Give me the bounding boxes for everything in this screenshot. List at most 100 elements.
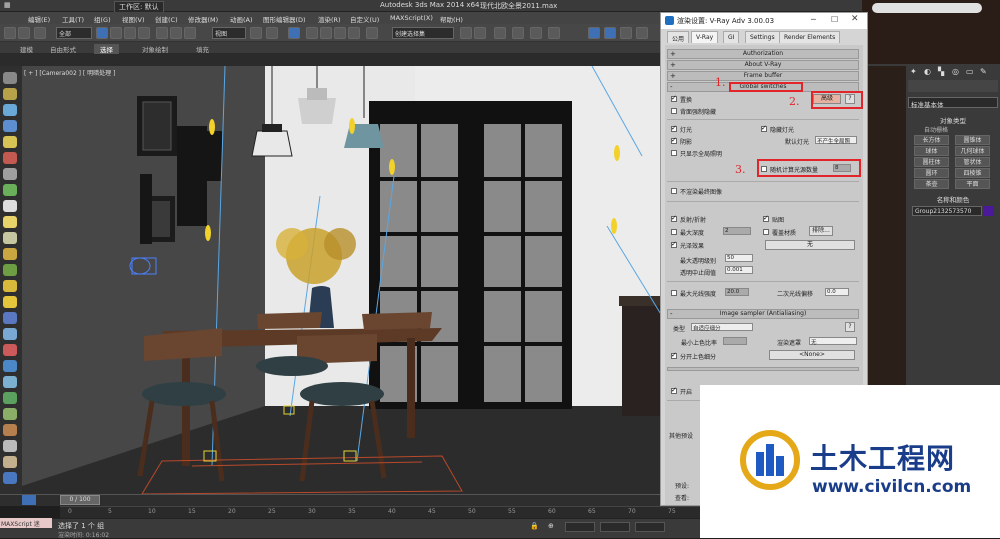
camera-viewport[interactable] — [22, 66, 662, 494]
tool-icon[interactable] — [3, 168, 17, 180]
displacement-checkbox[interactable] — [671, 94, 677, 102]
rollout-image-sampler[interactable]: - Image sampler (Antialiasing) — [667, 309, 859, 319]
render-mask-select[interactable]: 无 — [809, 337, 857, 346]
lights-checkbox[interactable] — [671, 124, 677, 132]
max-depth-checkbox[interactable] — [671, 229, 677, 235]
app-menu-icon[interactable]: ▦ — [4, 1, 11, 9]
snap-icon[interactable] — [306, 27, 318, 39]
keyboard-shortcut-icon[interactable] — [288, 27, 300, 39]
max-ray-intens-spinner[interactable]: 20.0 — [725, 288, 749, 296]
rollout-frame-buffer[interactable]: + Frame buffer — [667, 71, 859, 81]
cylinder-button[interactable]: 圆柱体 — [914, 157, 949, 167]
transp-cutoff-spinner[interactable]: 0.001 — [725, 266, 753, 274]
move-icon[interactable] — [156, 27, 168, 39]
schematic-view-icon[interactable] — [530, 27, 542, 39]
select-by-name-icon[interactable] — [110, 27, 122, 39]
max-transp-spinner[interactable]: 50 — [725, 254, 753, 262]
tool-icon[interactable] — [3, 408, 17, 420]
cone-button[interactable]: 圆锥体 — [955, 135, 990, 145]
tool-icon[interactable] — [3, 184, 17, 196]
enable-checkbox[interactable] — [671, 386, 677, 394]
render-setup-icon[interactable] — [588, 27, 600, 39]
mirror-icon[interactable] — [460, 27, 472, 39]
z-coordinate-field[interactable] — [635, 522, 665, 532]
ribbon-tab-populate[interactable]: 填充 — [196, 44, 209, 54]
tool-icon[interactable] — [3, 264, 17, 276]
timeline-prev-icon[interactable] — [22, 495, 36, 505]
menu-views[interactable]: 视图(V) — [122, 14, 145, 24]
sampler-type-select[interactable]: 自适应细分 — [691, 323, 753, 332]
menu-tools[interactable]: 工具(T) — [62, 14, 84, 24]
tube-button[interactable]: 管状体 — [955, 157, 990, 167]
render-production-icon[interactable] — [620, 27, 632, 39]
tool-icon[interactable] — [3, 440, 17, 452]
motion-tab-icon[interactable]: ◎ — [952, 67, 959, 76]
tab-gi[interactable]: GI — [723, 31, 740, 43]
tool-icon[interactable] — [3, 216, 17, 228]
ribbon-tab-modeling[interactable]: 建模 — [20, 44, 33, 54]
torus-button[interactable]: 圆环 — [914, 168, 949, 178]
shadows-checkbox[interactable] — [671, 136, 677, 144]
box-button[interactable]: 长方体 — [914, 135, 949, 145]
min-shading-spinner[interactable] — [723, 337, 747, 345]
undo-icon[interactable] — [4, 27, 16, 39]
primitive-type-select[interactable]: 标准基本体 — [908, 97, 998, 109]
sampler-help-button[interactable]: ? — [845, 322, 855, 332]
sphere-button[interactable]: 球体 — [914, 146, 949, 156]
tool-icon[interactable] — [3, 280, 17, 292]
tool-icon[interactable] — [3, 424, 17, 436]
tool-icon[interactable] — [3, 328, 17, 340]
tool-icon[interactable] — [3, 152, 17, 164]
tool-icon[interactable] — [3, 72, 17, 84]
menu-maxscript[interactable]: MAXScript(X) — [390, 14, 433, 22]
select-object-icon[interactable] — [96, 27, 108, 39]
lock-icon[interactable]: 🔒 — [530, 522, 539, 530]
menu-graph-editors[interactable]: 图形编辑器(D) — [263, 14, 306, 24]
autogrid-checkbox[interactable]: 自动栅格 — [924, 125, 984, 135]
hidden-lights-checkbox[interactable] — [761, 124, 767, 132]
utilities-tab-icon[interactable]: ✎ — [980, 67, 987, 76]
redo-icon[interactable] — [18, 27, 30, 39]
link-icon[interactable] — [34, 27, 46, 39]
glossy-checkbox[interactable] — [671, 240, 677, 248]
force-backface-checkbox[interactable] — [671, 108, 677, 114]
absolute-mode-icon[interactable]: ⊕ — [548, 522, 554, 530]
scale-icon[interactable] — [184, 27, 196, 39]
tool-icon[interactable] — [3, 120, 17, 132]
default-lights-select[interactable]: 不产生全局照 — [815, 136, 857, 145]
named-selection-set[interactable]: 创建选择集 — [392, 27, 454, 39]
x-coordinate-field[interactable] — [565, 522, 595, 532]
tab-settings[interactable]: Settings — [745, 31, 780, 43]
tool-icon[interactable] — [3, 456, 17, 468]
tool-icon[interactable] — [3, 312, 17, 324]
object-color-swatch[interactable] — [984, 206, 994, 216]
menu-animation[interactable]: 动画(A) — [230, 14, 253, 24]
tool-icon[interactable] — [3, 232, 17, 244]
material-editor-icon[interactable] — [548, 27, 560, 39]
modify-tab-icon[interactable]: ◐ — [924, 67, 931, 76]
pivot-icon[interactable] — [250, 27, 262, 39]
rollout-about-vray[interactable]: + About V-Ray — [667, 60, 859, 70]
object-name-field[interactable]: Group2132573570 — [912, 206, 982, 216]
close-icon[interactable]: ✕ — [851, 14, 859, 24]
selection-filter-select[interactable]: 全部 — [56, 27, 92, 39]
angle-snap-icon[interactable] — [320, 27, 332, 39]
display-tab-icon[interactable]: ▭ — [966, 67, 974, 76]
tab-common[interactable]: 公用 — [667, 31, 690, 43]
teapot-button[interactable]: 茶壶 — [914, 179, 949, 189]
hierarchy-tab-icon[interactable]: ▚ — [938, 67, 944, 76]
divide-shading-checkbox[interactable] — [671, 351, 677, 359]
maximize-icon[interactable]: ☐ — [831, 15, 838, 24]
tool-icon[interactable] — [3, 296, 17, 308]
time-slider[interactable]: 0 / 100 — [60, 495, 100, 505]
window-crossing-icon[interactable] — [138, 27, 150, 39]
viewport-label[interactable]: [ + ] [Camera002 ] [ 明暗处理 ] — [24, 68, 115, 77]
menu-customize[interactable]: 自定义(U) — [350, 14, 379, 24]
percent-snap-icon[interactable] — [334, 27, 346, 39]
curve-editor-icon[interactable] — [512, 27, 524, 39]
tab-render-elements[interactable]: Render Elements — [779, 31, 841, 43]
search-box[interactable] — [872, 3, 982, 13]
edit-named-selection-icon[interactable] — [366, 27, 378, 39]
menu-group[interactable]: 组(G) — [94, 14, 111, 24]
menu-edit[interactable]: 编辑(E) — [28, 14, 50, 24]
